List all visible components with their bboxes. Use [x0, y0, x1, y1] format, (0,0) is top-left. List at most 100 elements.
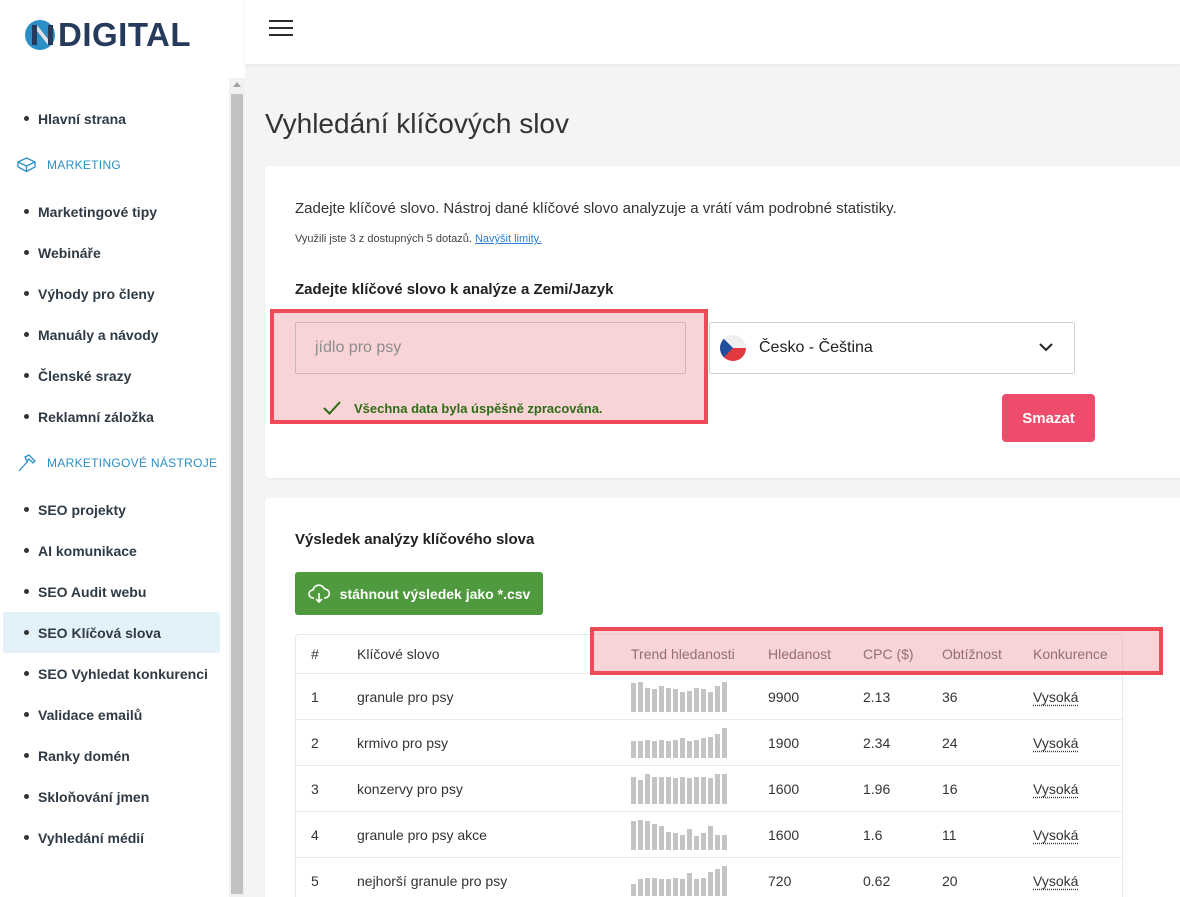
trend-bars: [631, 728, 727, 758]
hamburger-menu-icon[interactable]: [269, 20, 293, 38]
sidebar-item-seo-vyhledat-konkurenci[interactable]: SEO Vyhledat konkurenci: [0, 653, 229, 694]
trend-bar: [652, 689, 657, 712]
trend-bar: [673, 878, 678, 896]
cell-difficulty: 24: [942, 720, 958, 765]
scrollbar-thumb[interactable]: [231, 94, 243, 894]
trend-bar: [701, 777, 706, 804]
trend-bar: [722, 866, 727, 896]
trend-bars: [631, 682, 727, 712]
bullet-icon: [24, 250, 29, 255]
col-trend-header[interactable]: Trend hledanosti: [631, 635, 735, 673]
trend-bar: [666, 777, 671, 804]
col-competition-header[interactable]: Konkurence: [1033, 635, 1108, 673]
sidebar-scrollbar[interactable]: [229, 78, 245, 897]
intro-text: Zadejte klíčové slovo. Nástroj dané klíč…: [295, 200, 897, 217]
sidebar-item-webinare[interactable]: Webináře: [0, 232, 229, 273]
trend-bar: [631, 741, 636, 758]
competition-link[interactable]: Vysoká: [1033, 827, 1078, 843]
scroll-up-arrow-icon[interactable]: [233, 82, 241, 87]
check-icon: [322, 400, 342, 416]
trend-bar: [652, 777, 657, 804]
sidebar-item-hlavni-strana[interactable]: Hlavní strana: [0, 98, 229, 139]
trend-bar: [701, 689, 706, 712]
competition-link[interactable]: Vysoká: [1033, 689, 1078, 705]
sidebar-item-label: SEO Audit webu: [38, 584, 146, 600]
sidebar-item-label: Marketingové tipy: [38, 204, 157, 220]
sidebar-item-validace-emailu[interactable]: Validace emailů: [0, 694, 229, 735]
form-label: Zadejte klíčové slovo k analýze a Zemi/J…: [295, 281, 614, 298]
col-number-header[interactable]: #: [311, 635, 319, 673]
language-select[interactable]: Česko - Čeština: [709, 322, 1075, 374]
trend-bar: [701, 738, 706, 758]
cell-cpc: 1.6: [863, 812, 882, 857]
trend-bar: [659, 826, 664, 850]
trend-bar: [715, 774, 720, 804]
trend-bar: [708, 778, 713, 804]
results-table: # Klíčové slovo Trend hledanosti Hledanost C…: [295, 634, 1123, 897]
sidebar: DIGITAL Hlavní strana MARKETING Marketingo…: [0, 0, 245, 897]
col-keyword-header[interactable]: Klíčové slovo: [357, 635, 439, 673]
sidebar-item-reklamni-zalozka[interactable]: Reklamní záložka: [0, 396, 229, 437]
trend-bar: [645, 774, 650, 804]
trend-bar: [659, 777, 664, 804]
sidebar-section-label: MARKETINGOVÉ NÁSTROJE: [47, 456, 217, 470]
trend-sparkline: [631, 766, 727, 811]
trend-bar: [694, 688, 699, 712]
page-title: Vyhledání klíčových slov: [265, 108, 569, 140]
cell-cpc: 2.13: [863, 674, 890, 719]
trend-bar: [659, 686, 664, 712]
sidebar-nav: Hlavní strana MARKETING Marketingové tipy W…: [0, 98, 229, 858]
delete-button[interactable]: Smazat: [1002, 394, 1095, 442]
cell-keyword: granule pro psy akce: [357, 812, 487, 857]
bullet-icon: [24, 116, 29, 121]
increase-limits-link[interactable]: Navýšit limity.: [475, 233, 541, 245]
col-cpc-header[interactable]: CPC ($): [863, 635, 914, 673]
trend-bar: [687, 691, 692, 712]
trend-bar: [680, 738, 685, 758]
trend-bar: [715, 686, 720, 712]
sidebar-item-label: Validace emailů: [38, 707, 142, 723]
trend-bar: [722, 682, 727, 712]
trend-bar: [631, 884, 636, 896]
sidebar-item-label: SEO Vyhledat konkurenci: [38, 666, 208, 682]
cell-cpc: 0.62: [863, 858, 890, 897]
success-message: Všechna data byla úspěšně zpracována.: [322, 400, 603, 416]
sidebar-item-seo-projekty[interactable]: SEO projekty: [0, 489, 229, 530]
sidebar-item-sklonovani-jmen[interactable]: Skloňování jmen: [0, 776, 229, 817]
competition-link[interactable]: Vysoká: [1033, 873, 1078, 889]
download-csv-button[interactable]: stáhnout výsledek jako *.csv: [295, 572, 543, 615]
competition-link[interactable]: Vysoká: [1033, 781, 1078, 797]
trend-bar: [701, 878, 706, 896]
keyword-input[interactable]: [295, 322, 686, 374]
language-selected: Česko - Čeština: [759, 339, 873, 357]
sidebar-item-vyhledani-medii[interactable]: Vyhledání médií: [0, 817, 229, 858]
sidebar-item-vyhody-pro-cleny[interactable]: Výhody pro členy: [0, 273, 229, 314]
brand-logo[interactable]: DIGITAL: [24, 18, 191, 52]
cell-volume: 1600: [768, 766, 799, 811]
competition-link[interactable]: Vysoká: [1033, 735, 1078, 751]
sidebar-item-marketingove-tipy[interactable]: Marketingové tipy: [0, 191, 229, 232]
trend-bar: [673, 778, 678, 804]
col-volume-header[interactable]: Hledanost: [768, 635, 831, 673]
sidebar-item-seo-klicova-slova[interactable]: SEO Klíčová slova: [3, 612, 220, 653]
sidebar-item-label: Webináře: [38, 245, 101, 261]
sidebar-item-label: Výhody pro členy: [38, 286, 155, 302]
sidebar-item-seo-audit-webu[interactable]: SEO Audit webu: [0, 571, 229, 612]
sidebar-item-label: Členské srazy: [38, 368, 131, 384]
bullet-icon: [24, 373, 29, 378]
col-difficulty-header[interactable]: Obtížnost: [942, 635, 1002, 673]
trend-bar: [687, 829, 692, 850]
trend-bar: [687, 741, 692, 758]
trend-bar: [680, 692, 685, 712]
trend-bar: [722, 728, 727, 758]
sidebar-item-clenske-srazy[interactable]: Členské srazy: [0, 355, 229, 396]
sidebar-item-ranky-domen[interactable]: Ranky domén: [0, 735, 229, 776]
trend-bar: [645, 740, 650, 758]
bullet-icon: [24, 712, 29, 717]
trend-bar: [715, 835, 720, 850]
cell-competition: Vysoká: [1033, 858, 1078, 897]
trend-bar: [722, 835, 727, 850]
sidebar-item-ai-komunikace[interactable]: AI komunikace: [0, 530, 229, 571]
cell-competition: Vysoká: [1033, 720, 1078, 765]
sidebar-item-manualy-a-navody[interactable]: Manuály a návody: [0, 314, 229, 355]
